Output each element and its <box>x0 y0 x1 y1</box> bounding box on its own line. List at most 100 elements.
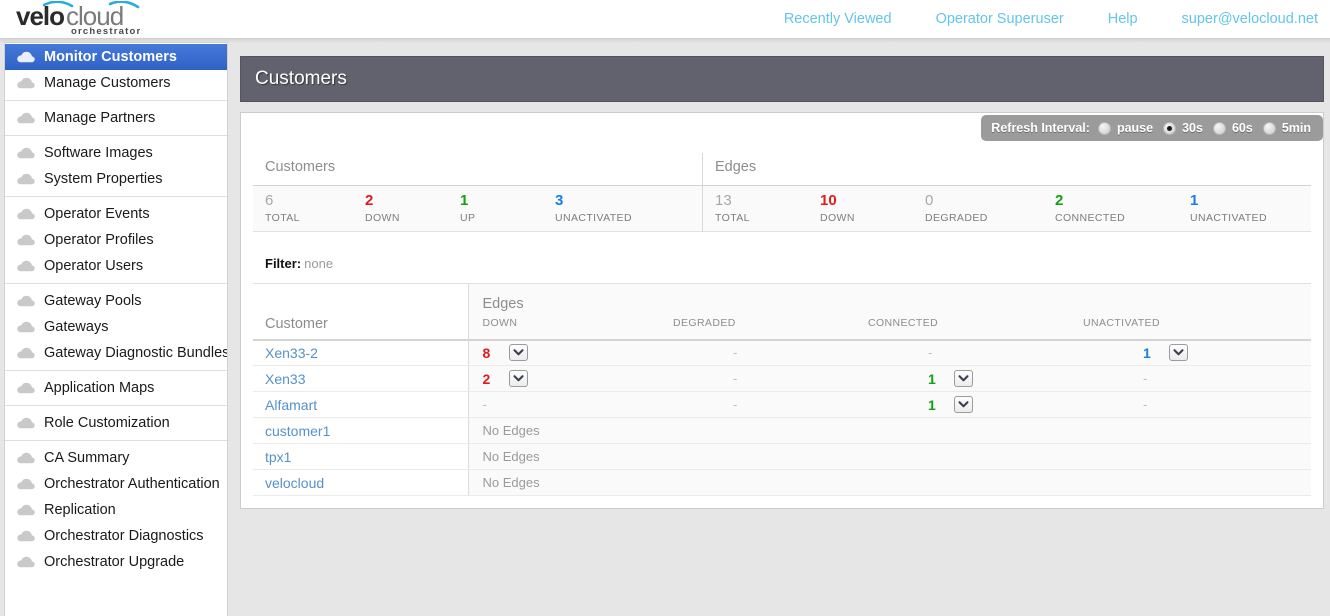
refresh-interval-label: Refresh Interval: <box>991 121 1090 135</box>
sidebar-item-manage-customers[interactable]: Manage Customers <box>5 70 227 96</box>
sidebar-item-replication[interactable]: Replication <box>5 497 227 523</box>
count-value: 1 <box>928 370 936 387</box>
dropdown-button-connected[interactable] <box>954 370 973 387</box>
edges-summary-heading: Edges <box>715 159 757 175</box>
empty-value: - <box>733 345 738 361</box>
stat-customers-unactivated: 3 UNACTIVATED <box>555 192 632 224</box>
refresh-option-30s[interactable]: 30s <box>1163 121 1203 135</box>
refresh-option-label: 30s <box>1182 121 1203 135</box>
refresh-option-label: 60s <box>1231 121 1253 135</box>
customers-table: Customer Edges DOWN DEGRADED CONNECTED U… <box>253 283 1311 496</box>
main-content: Customers Refresh Interval: pause 30s 60s 5… <box>240 56 1324 509</box>
chevron-down-icon <box>958 375 969 382</box>
sidebar-item-orchestrator-authentication[interactable]: Orchestrator Authentication <box>5 471 227 497</box>
dropdown-button-unactivated[interactable] <box>1169 344 1188 362</box>
sidebar-item-manage-partners[interactable]: Manage Partners <box>5 105 227 131</box>
topnav-link-help[interactable]: Help <box>1108 11 1138 27</box>
table-row: velocloud No Edges <box>253 469 1311 496</box>
cloud-icon <box>17 504 35 516</box>
cell-customer: Xen33 <box>253 365 469 392</box>
sidebar-item-monitor-customers[interactable]: Monitor Customers <box>5 44 227 70</box>
stat-value: 1 <box>460 192 469 209</box>
sidebar-item-role-customization[interactable]: Role Customization <box>5 410 227 436</box>
cell-unactivated: 1 <box>1083 339 1311 366</box>
cell-degraded: - <box>673 339 868 366</box>
customer-link[interactable]: Xen33-2 <box>265 345 318 361</box>
topnav-link-user-account[interactable]: super@velocloud.net <box>1182 11 1318 27</box>
topnav-link-recently-viewed[interactable]: Recently Viewed <box>784 11 892 27</box>
dropdown-button-down[interactable] <box>508 370 528 387</box>
cell-down: 8 <box>468 339 673 366</box>
sidebar-item-orchestrator-upgrade[interactable]: Orchestrator Upgrade <box>5 549 227 575</box>
stat-edges-down: 10 DOWN <box>820 192 925 224</box>
column-header-degraded[interactable]: DEGRADED <box>673 283 868 341</box>
refresh-option-60s[interactable]: 60s <box>1212 121 1253 135</box>
sidebar-item-gateway-diagnostic-bundles[interactable]: Gateway Diagnostic Bundles <box>5 340 227 366</box>
stat-value: 3 <box>555 192 564 209</box>
cloud-icon <box>17 382 35 394</box>
radio-icon[interactable] <box>1212 121 1226 135</box>
top-bar: velo cloud orchestrator Recently Viewed … <box>0 0 1330 38</box>
radio-icon[interactable] <box>1097 121 1111 135</box>
topnav-link-operator-superuser[interactable]: Operator Superuser <box>936 11 1064 27</box>
sidebar-item-label: Orchestrator Authentication <box>44 476 220 492</box>
sidebar-item-gateway-pools[interactable]: Gateway Pools <box>5 288 227 314</box>
dropdown-button-connected[interactable] <box>954 396 973 413</box>
refresh-interval-control[interactable]: Refresh Interval: pause 30s 60s 5min <box>981 115 1323 141</box>
sidebar-item-operator-events[interactable]: Operator Events <box>5 201 227 227</box>
top-navigation: Recently Viewed Operator Superuser Help … <box>740 11 1318 27</box>
sidebar-item-system-properties[interactable]: System Properties <box>5 166 227 192</box>
customer-link[interactable]: Alfamart <box>265 397 317 413</box>
cell-customer: customer1 <box>253 417 469 444</box>
stat-label: DOWN <box>365 212 400 224</box>
sidebar-item-label: Gateway Diagnostic Bundles <box>44 345 228 361</box>
sidebar-item-gateways[interactable]: Gateways <box>5 314 227 340</box>
dropdown-button-down[interactable] <box>508 344 528 362</box>
chevron-down-icon <box>958 401 969 408</box>
chevron-down-icon <box>1173 349 1184 356</box>
filter-value[interactable]: none <box>304 256 333 271</box>
stat-value: 2 <box>1055 192 1064 209</box>
sidebar-item-label: Manage Customers <box>44 75 171 91</box>
sidebar-item-label: Gateway Pools <box>44 293 142 309</box>
sidebar-item-orchestrator-diagnostics[interactable]: Orchestrator Diagnostics <box>5 523 227 549</box>
empty-value: - <box>1143 397 1148 412</box>
sidebar-item-label: Replication <box>44 502 116 518</box>
sidebar-item-operator-profiles[interactable]: Operator Profiles <box>5 227 227 253</box>
column-header-connected[interactable]: CONNECTED <box>868 283 1083 341</box>
velocloud-orchestrator-logo: velo cloud orchestrator <box>14 1 189 37</box>
customer-link[interactable]: velocloud <box>265 475 324 491</box>
sidebar-item-software-images[interactable]: Software Images <box>5 140 227 166</box>
chevron-down-icon <box>512 349 524 356</box>
count-value: 8 <box>482 344 491 361</box>
table-row: customer1 No Edges <box>253 417 1311 444</box>
column-header-customer[interactable]: Customer <box>253 283 469 341</box>
refresh-option-5min[interactable]: 5min <box>1262 121 1311 135</box>
sidebar-group: Software Images System Properties <box>5 136 227 197</box>
customer-link[interactable]: tpx1 <box>265 449 291 465</box>
refresh-option-pause[interactable]: pause <box>1097 121 1153 135</box>
column-header-unactivated[interactable]: UNACTIVATED <box>1083 283 1311 341</box>
cloud-icon <box>17 173 35 185</box>
stat-value: 1 <box>1190 192 1199 209</box>
edges-summary-values: 13 TOTAL 10 DOWN 0 DEGRADED 2 CONNECTED … <box>703 185 1311 232</box>
sidebar-item-ca-summary[interactable]: CA Summary <box>5 445 227 471</box>
radio-icon[interactable] <box>1262 121 1276 135</box>
sidebar-item-label: Manage Partners <box>44 110 156 126</box>
cell-unactivated: - <box>1083 365 1311 392</box>
stat-customers-total: 6 TOTAL <box>265 192 365 224</box>
sidebar-group: Manage Partners <box>5 101 227 136</box>
sidebar-item-operator-users[interactable]: Operator Users <box>5 253 227 279</box>
sidebar-item-label: Orchestrator Upgrade <box>44 554 185 570</box>
cloud-icon <box>17 77 35 89</box>
table-header-row: Customer Edges DOWN DEGRADED CONNECTED U… <box>253 283 1311 341</box>
logo-svg: velo cloud orchestrator <box>16 1 140 37</box>
stat-edges-unactivated: 1 UNACTIVATED <box>1190 192 1267 224</box>
sidebar-item-application-maps[interactable]: Application Maps <box>5 375 227 401</box>
empty-value: - <box>733 371 738 386</box>
customer-link[interactable]: Xen33 <box>265 371 305 387</box>
customer-link[interactable]: customer1 <box>265 423 330 439</box>
radio-icon[interactable] <box>1163 121 1177 135</box>
column-header-down[interactable]: Edges DOWN <box>467 283 673 341</box>
sidebar-group: Monitor Customers Manage Customers <box>5 43 227 101</box>
